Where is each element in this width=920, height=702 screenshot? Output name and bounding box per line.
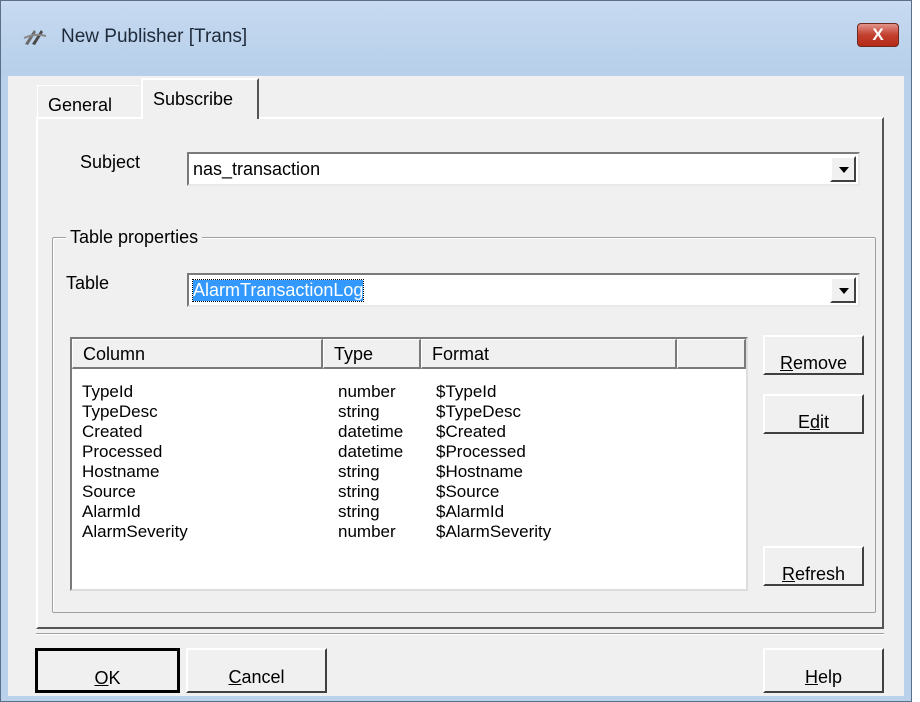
column-header-empty[interactable] <box>677 339 746 369</box>
row-column-cell: Created <box>82 422 143 441</box>
refresh-accel: R <box>781 564 795 584</box>
edit-label-pre: E <box>797 412 810 432</box>
ok-button[interactable]: OK <box>35 648 180 693</box>
cancel-button[interactable]: Cancel <box>186 648 327 693</box>
column-header-type[interactable]: Type <box>323 339 421 369</box>
row-type-cell: datetime <box>338 442 404 461</box>
ok-label-rest: K <box>108 668 121 688</box>
row-format-cell: $AlarmSeverity <box>436 522 552 541</box>
subject-dropdown-button[interactable] <box>830 156 856 182</box>
help-label-rest: elp <box>817 667 843 687</box>
table-dropdown-button[interactable] <box>830 277 856 303</box>
row-format-cell: $AlarmId <box>436 502 505 521</box>
subject-label: Subject <box>80 152 141 172</box>
window-title: New Publisher [Trans] <box>61 26 248 47</box>
row-format-cell: $TypeDesc <box>436 402 522 421</box>
ok-accel: O <box>94 668 109 688</box>
help-accel: H <box>804 667 818 687</box>
subject-value: nas_transaction <box>193 159 321 179</box>
row-format-cell: $Created <box>436 422 506 441</box>
column-header-column-label: Column <box>83 344 146 364</box>
row-type-cell: string <box>338 502 380 521</box>
row-column-cell: AlarmId <box>82 502 141 521</box>
refresh-button[interactable]: Refresh <box>763 546 864 586</box>
row-type-cell: string <box>338 482 380 501</box>
remove-button[interactable]: Remove <box>763 335 864 375</box>
row-column-cell: TypeDesc <box>82 402 158 421</box>
close-button[interactable]: X <box>857 23 899 47</box>
row-format-cell: $Processed <box>436 442 526 461</box>
remove-label-rest: emove <box>792 353 848 373</box>
remove-accel: R <box>779 353 793 373</box>
row-type-cell: string <box>338 462 380 481</box>
edit-label-rest: it <box>820 412 830 432</box>
tab-subscribe-label: Subscribe <box>153 89 234 109</box>
row-type-cell: datetime <box>338 422 404 441</box>
edit-accel: d <box>810 412 821 432</box>
edit-button[interactable]: Edit <box>763 394 864 434</box>
table-combobox[interactable]: AlarmTransactionLog <box>187 273 860 307</box>
bottom-separator <box>36 633 884 635</box>
tab-subscribe[interactable]: Subscribe <box>141 78 259 119</box>
column-header-format-label: Format <box>432 344 490 364</box>
subject-combobox[interactable]: nas_transaction <box>187 152 860 186</box>
column-header-column[interactable]: Column <box>72 339 323 369</box>
row-type-cell: string <box>338 402 380 421</box>
row-type-cell: number <box>338 382 396 401</box>
row-column-cell: Processed <box>82 442 163 461</box>
app-icon <box>23 30 47 45</box>
column-header-type-label: Type <box>334 344 374 364</box>
table-label: Table <box>66 273 110 293</box>
row-format-cell: $TypeId <box>436 382 497 401</box>
columns-listview[interactable] <box>70 337 748 591</box>
row-column-cell: TypeId <box>82 382 134 401</box>
row-type-cell: number <box>338 522 396 541</box>
tab-general-label: General <box>48 95 113 115</box>
cancel-accel: C <box>228 667 242 687</box>
cancel-label-rest: ancel <box>241 667 285 687</box>
row-format-cell: $Hostname <box>436 462 523 481</box>
row-column-cell: Source <box>82 482 136 501</box>
row-column-cell: AlarmSeverity <box>82 522 188 541</box>
row-column-cell: Hostname <box>82 462 160 481</box>
help-button[interactable]: Help <box>763 648 884 693</box>
tab-general[interactable]: General <box>37 85 139 118</box>
column-header-format[interactable]: Format <box>421 339 677 369</box>
table-value: AlarmTransactionLog <box>191 279 365 302</box>
refresh-label-rest: efresh <box>794 564 846 584</box>
row-format-cell: $Source <box>436 482 500 501</box>
table-properties-label: Table properties <box>66 227 203 248</box>
